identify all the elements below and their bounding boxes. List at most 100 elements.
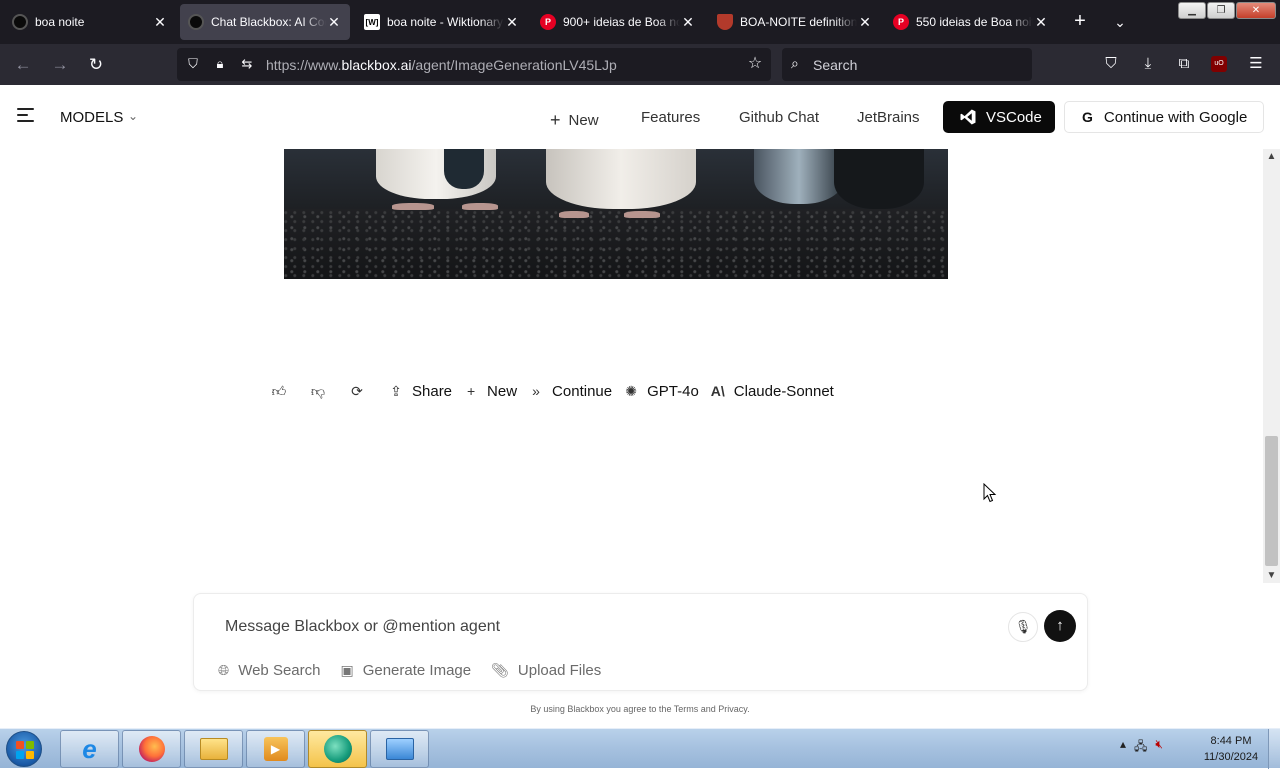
- firefox-icon: [138, 736, 165, 762]
- scroll-down-icon[interactable]: ▼: [1263, 570, 1280, 581]
- system-clock[interactable]: 8:44 PM 11/30/2024: [1196, 733, 1266, 765]
- browser-navigation-bar: ← → ↻ ⛉ 🔒︎ ⇆ https://www.blackbox.ai/age…: [0, 44, 1280, 85]
- tab-wiktionary[interactable]: [W] boa noite - Wiktionary ✕: [356, 4, 528, 40]
- show-hidden-icons-icon[interactable]: ▴: [1120, 737, 1126, 758]
- continue-button[interactable]: » Continue: [527, 383, 612, 400]
- extensions-icon[interactable]: ⧉: [1173, 53, 1195, 75]
- restore-icon[interactable]: ❐: [1207, 2, 1235, 19]
- scroll-up-icon[interactable]: ▲: [1263, 151, 1280, 162]
- address-bar[interactable]: ⛉ 🔒︎ ⇆ https://www.blackbox.ai/agent/Ima…: [177, 48, 771, 81]
- send-button[interactable]: ↑: [1044, 610, 1076, 642]
- tab-pinterest-900[interactable]: P 900+ ideias de Boa noite ✕: [532, 4, 704, 40]
- tab-chat-blackbox[interactable]: Chat Blackbox: AI Code ✕: [180, 4, 350, 40]
- wiktionary-icon: [W]: [364, 14, 380, 30]
- folder-icon: [199, 738, 228, 760]
- back-icon[interactable]: ←: [10, 52, 36, 78]
- regenerate-button[interactable]: ⟳: [348, 383, 373, 400]
- new-tab-icon[interactable]: +: [1068, 10, 1092, 34]
- gpt-4o-button[interactable]: ✺ GPT-4o: [622, 383, 699, 400]
- close-tab-icon[interactable]: ✕: [504, 14, 520, 31]
- plus-icon: +: [466, 383, 476, 399]
- blackbox-icon: [12, 14, 28, 30]
- generated-image: [284, 149, 948, 279]
- ublock-origin-icon[interactable]: uO: [1211, 56, 1227, 72]
- microphone-icon[interactable]: 🎙︎: [1008, 612, 1038, 642]
- explorer-taskbar-button[interactable]: [184, 730, 243, 768]
- url-text[interactable]: https://www.blackbox.ai/agent/ImageGener…: [266, 57, 617, 73]
- close-tab-icon[interactable]: ✕: [152, 14, 168, 31]
- pinterest-icon: P: [540, 14, 556, 30]
- paperclip-icon: 📎︎: [491, 662, 509, 678]
- dislike-button[interactable]: 👎︎: [309, 383, 334, 400]
- tab-title: boa noite - Wiktionary: [387, 15, 504, 29]
- terms-notice: By using Blackbox you agree to the Terms…: [530, 704, 750, 714]
- new-chat-button[interactable]: + New: [550, 109, 599, 130]
- tab-pinterest-550[interactable]: P 550 ideias de Boa noite ✕: [885, 4, 1057, 40]
- close-tab-icon[interactable]: ✕: [680, 14, 696, 31]
- pinterest-icon: P: [893, 14, 909, 30]
- app-taskbar-button[interactable]: [308, 730, 367, 768]
- show-desktop-button[interactable]: [1268, 729, 1280, 769]
- search-icon: ⌕: [791, 55, 799, 71]
- tab-title: boa noite: [35, 15, 85, 29]
- start-button[interactable]: [6, 731, 42, 767]
- upload-files-button[interactable]: 📎︎ Upload Files: [491, 662, 601, 679]
- bookmark-star-icon[interactable]: ☆: [747, 56, 763, 72]
- github-chat-link[interactable]: Github Chat: [739, 109, 819, 126]
- permissions-icon[interactable]: ⇆: [239, 56, 255, 72]
- close-tab-icon[interactable]: ✕: [857, 14, 873, 31]
- control-panel-taskbar-button[interactable]: [370, 730, 429, 768]
- vscode-button[interactable]: VSCode: [943, 101, 1055, 133]
- volume-muted-icon[interactable]: 🔇︎: [1155, 737, 1163, 758]
- system-tray: ▴ 🖧︎ 🔇︎: [1120, 737, 1163, 758]
- media-player-taskbar-button[interactable]: ▶: [246, 730, 305, 768]
- reload-icon[interactable]: ↻: [83, 52, 109, 78]
- double-chevron-right-icon: »: [532, 383, 540, 399]
- web-search-button[interactable]: 🌐︎ Web Search: [218, 662, 320, 679]
- pocket-icon[interactable]: ⛉: [1100, 53, 1122, 75]
- refresh-icon: ⟳: [351, 382, 363, 399]
- scrollbar-thumb[interactable]: [1265, 436, 1278, 566]
- models-dropdown[interactable]: MODELS: [60, 109, 123, 126]
- network-icon[interactable]: 🖧︎: [1134, 737, 1147, 758]
- image-icon: ▣: [340, 662, 354, 678]
- jetbrains-link[interactable]: JetBrains: [857, 109, 920, 126]
- list-all-tabs-icon[interactable]: ⌄: [1108, 10, 1132, 34]
- firefox-taskbar-button[interactable]: [122, 730, 181, 768]
- anthropic-icon: A\: [710, 383, 725, 399]
- tab-title: 900+ ideias de Boa noite: [563, 15, 680, 29]
- browser-tab-strip: boa noite ✕ Chat Blackbox: AI Code ✕ [W]…: [0, 0, 1280, 44]
- sidebar-toggle-icon[interactable]: [17, 108, 34, 122]
- search-bar[interactable]: ⌕ Search: [782, 48, 1032, 81]
- control-panel-icon: [385, 738, 414, 760]
- internet-explorer-icon: e: [82, 733, 97, 764]
- lock-icon[interactable]: 🔒︎: [212, 56, 228, 72]
- tab-boa-noite-definition[interactable]: BOA-NOITE definition ✕: [709, 4, 881, 40]
- page-scrollbar[interactable]: ▲ ▼: [1263, 149, 1280, 583]
- tracking-protection-icon[interactable]: ⛉: [185, 56, 201, 72]
- claude-sonnet-button[interactable]: A\ Claude-Sonnet: [709, 383, 834, 400]
- continue-with-google-button[interactable]: G Continue with Google: [1064, 101, 1264, 133]
- chevron-down-icon[interactable]: ⌄: [128, 109, 138, 123]
- message-input[interactable]: Message Blackbox or @mention agent: [225, 618, 500, 636]
- forward-icon[interactable]: →: [47, 52, 73, 78]
- thumbs-down-icon: 👎︎: [310, 382, 326, 399]
- minimize-icon[interactable]: ▁: [1178, 2, 1206, 19]
- close-tab-icon[interactable]: ✕: [1033, 14, 1049, 31]
- internet-explorer-taskbar-button[interactable]: e: [60, 730, 119, 768]
- chat-content: 👍︎ 👎︎ ⟳ ⇪ Share + New » Continue ✺ GPT-4o A\…: [0, 149, 1263, 583]
- share-button[interactable]: ⇪ Share: [387, 383, 452, 400]
- features-link[interactable]: Features: [641, 109, 700, 126]
- new-button[interactable]: + New: [462, 383, 517, 400]
- generate-image-button[interactable]: ▣ Generate Image: [340, 662, 471, 679]
- app-icon: [323, 735, 352, 763]
- close-window-icon[interactable]: ✕: [1236, 2, 1276, 19]
- app-menu-icon[interactable]: ☰: [1245, 53, 1267, 75]
- search-placeholder: Search: [813, 57, 858, 73]
- tab-boa-noite[interactable]: boa noite ✕: [4, 4, 176, 40]
- message-composer: Message Blackbox or @mention agent 🎙︎ ↑ …: [193, 593, 1088, 691]
- windows-logo-icon: [16, 741, 34, 759]
- downloads-icon[interactable]: ⤓: [1137, 53, 1159, 75]
- like-button[interactable]: 👍︎: [270, 383, 295, 400]
- close-tab-icon[interactable]: ✕: [326, 14, 342, 31]
